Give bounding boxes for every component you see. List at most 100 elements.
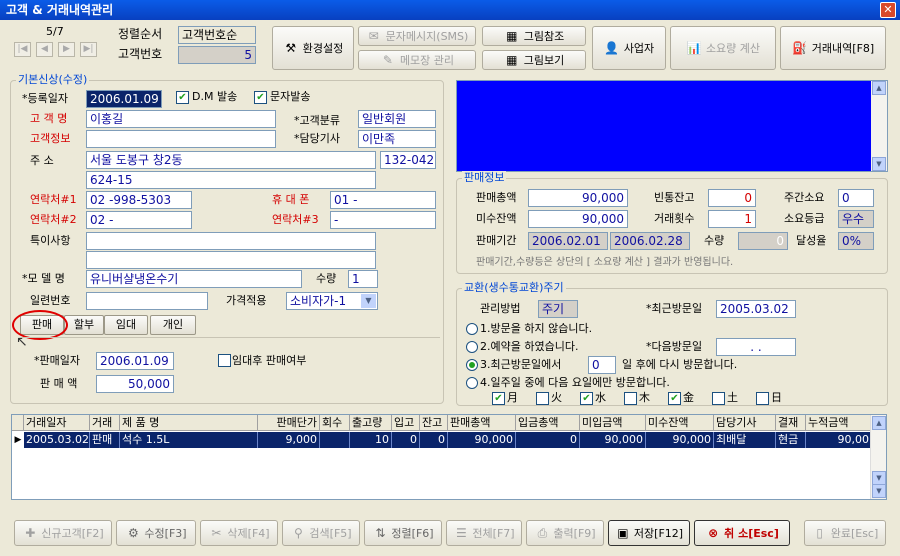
grid-header[interactable]: 판매총액 <box>448 415 516 431</box>
tab-personal[interactable]: 개인 <box>150 315 196 335</box>
unpaid-field[interactable]: 90,000 <box>528 210 628 228</box>
next-record-button[interactable]: ▶ <box>58 42 75 57</box>
print-button[interactable]: ⎙ 출력[F9] <box>526 520 604 546</box>
grid-header[interactable]: 판매단가 <box>258 415 320 431</box>
dm-checkbox[interactable]: ✔ <box>176 91 189 104</box>
grid-header[interactable]: 미입금액 <box>580 415 646 431</box>
day-wed-checkbox[interactable]: ✔ <box>580 392 593 405</box>
sort-button[interactable]: ⇅ 정렬[F6] <box>364 520 442 546</box>
serial-field[interactable] <box>86 292 208 310</box>
custno-field[interactable]: 5 <box>178 46 256 64</box>
close-button[interactable]: ✕ <box>880 2 896 18</box>
grid-header[interactable]: 미수잔액 <box>646 415 714 431</box>
grid-header[interactable]: 제 품 명 <box>120 415 258 431</box>
mobile-field[interactable]: 01 - <box>330 191 436 209</box>
grid-header[interactable]: 거래 <box>90 415 120 431</box>
business-button[interactable]: 👤 사업자 <box>592 26 666 70</box>
delete-button[interactable]: ✂ 삭제[F4] <box>200 520 278 546</box>
address2-field[interactable]: 624-15 <box>86 171 376 189</box>
grid-scroll-down-icon[interactable]: ▼ <box>872 484 886 498</box>
day-fri-checkbox[interactable]: ✔ <box>668 392 681 405</box>
show-all-button[interactable]: ☰ 전체[F7] <box>446 520 522 546</box>
name-field[interactable]: 이홍길 <box>86 110 276 128</box>
grid-header[interactable]: 입고 <box>392 415 420 431</box>
first-record-button[interactable]: |◀ <box>14 42 31 57</box>
period-to-field[interactable]: 2006.02.28 <box>610 232 690 250</box>
sort-select[interactable]: 고객번호순 <box>178 26 256 44</box>
new-customer-button[interactable]: ✚ 신규고객[F2] <box>14 520 112 546</box>
grid-header[interactable]: 담당기사 <box>714 415 776 431</box>
lastvisit-field[interactable]: 2005.03.02 <box>716 300 796 318</box>
tech-field[interactable]: 이만족 <box>358 130 436 148</box>
grid-header[interactable]: 출고량 <box>350 415 392 431</box>
grid-header[interactable]: 누적금액 <box>806 415 872 431</box>
special2-field[interactable] <box>86 251 376 269</box>
info-panel-scrollbar[interactable]: ▲ ▼ <box>871 81 887 171</box>
contact1-field[interactable]: 02 -998-5303 <box>86 191 192 209</box>
day-tue-checkbox[interactable] <box>536 392 549 405</box>
tab-installment[interactable]: 할부 <box>64 315 104 335</box>
category-field[interactable]: 일반회원 <box>358 110 436 128</box>
edit-button[interactable]: ⚙ 수정[F3] <box>116 520 196 546</box>
cancel-button[interactable]: ⊗ 취 소[Esc] <box>694 520 790 546</box>
day-mon-checkbox[interactable]: ✔ <box>492 392 505 405</box>
picture-view-button[interactable]: ▦ 그림보기 <box>482 50 586 70</box>
contact2-field[interactable]: 02 - <box>86 211 192 229</box>
grid-scrollbar[interactable]: ▲ ▼ ▼ <box>870 415 886 499</box>
grid-header[interactable]: 결재 <box>776 415 806 431</box>
sms-button[interactable]: ✉ 문자메시지(SMS) <box>358 26 476 46</box>
contact3-field[interactable]: - <box>330 211 436 229</box>
day-sat-checkbox[interactable] <box>712 392 725 405</box>
zip-field[interactable]: 132-042 <box>380 151 436 169</box>
option3-radio[interactable] <box>466 359 478 371</box>
memo-button[interactable]: ✎ 메모장 관리 <box>358 50 476 70</box>
grid-scroll-down-small-icon[interactable]: ▼ <box>872 471 886 485</box>
count-field[interactable]: 1 <box>708 210 756 228</box>
consumption-calc-button[interactable]: 📊 소요량 계산 <box>670 26 776 70</box>
save-button[interactable]: ▣ 저장[F12] <box>608 520 690 546</box>
picture-ref-button[interactable]: ▦ 그림참조 <box>482 26 586 46</box>
day-thu-checkbox[interactable] <box>624 392 637 405</box>
model-field[interactable]: 유니버샬냉온수기 <box>86 270 302 288</box>
saledate-field[interactable]: 2006.01.09 <box>96 352 174 370</box>
total-field[interactable]: 90,000 <box>528 189 628 207</box>
grid-scroll-up-icon[interactable]: ▲ <box>872 416 886 430</box>
special1-field[interactable] <box>86 232 376 250</box>
regdate-field[interactable]: 2006.01.09 <box>86 90 162 108</box>
grade-field[interactable]: 우수 <box>838 210 874 228</box>
tab-rental[interactable]: 임대 <box>104 315 148 335</box>
weekly-field[interactable]: 0 <box>838 189 874 207</box>
days-field[interactable]: 0 <box>588 356 616 374</box>
qty-field[interactable]: 1 <box>348 270 378 288</box>
amount-field[interactable]: 50,000 <box>96 375 174 393</box>
trade-grid[interactable]: 거래일자 거래 제 품 명 판매단가 회수 출고량 입고 잔고 판매총액 입금총… <box>11 414 887 500</box>
info-field[interactable] <box>86 130 276 148</box>
option1-radio[interactable] <box>466 323 478 335</box>
prev-record-button[interactable]: ◀ <box>36 42 53 57</box>
address1-field[interactable]: 서울 도봉구 창2동 <box>86 151 376 169</box>
empty-field[interactable]: 0 <box>708 189 756 207</box>
grid-header[interactable]: 거래일자 <box>24 415 90 431</box>
rental-checkbox[interactable] <box>218 354 231 367</box>
scroll-up-icon[interactable]: ▲ <box>872 81 886 95</box>
method-field[interactable]: 주기 <box>538 300 578 318</box>
period-from-field[interactable]: 2006.02.01 <box>528 232 608 250</box>
grid-header[interactable]: 입금총액 <box>516 415 580 431</box>
option4-radio[interactable] <box>466 377 478 389</box>
period-amount-field[interactable]: 0 <box>738 232 788 250</box>
scroll-down-icon[interactable]: ▼ <box>872 157 886 171</box>
option2-radio[interactable] <box>466 341 478 353</box>
env-settings-button[interactable]: ⚒ 환경설정 <box>272 26 354 70</box>
done-button[interactable]: ▯ 완료[Esc] <box>804 520 886 546</box>
search-button[interactable]: ⚲ 검색[F5] <box>282 520 360 546</box>
last-record-button[interactable]: ▶| <box>80 42 97 57</box>
grid-header[interactable]: 잔고 <box>420 415 448 431</box>
grid-header[interactable]: 회수 <box>320 415 350 431</box>
chevron-down-icon[interactable]: ▼ <box>361 294 376 308</box>
nextvisit-field[interactable]: . . <box>716 338 796 356</box>
day-sun-checkbox[interactable] <box>756 392 769 405</box>
trade-history-button[interactable]: ⛽ 거래내역[F8] <box>780 26 886 70</box>
sms-checkbox[interactable]: ✔ <box>254 91 267 104</box>
price-select[interactable]: 소비자가-1 ▼ <box>286 292 378 310</box>
rate-field[interactable]: 0% <box>838 232 874 250</box>
